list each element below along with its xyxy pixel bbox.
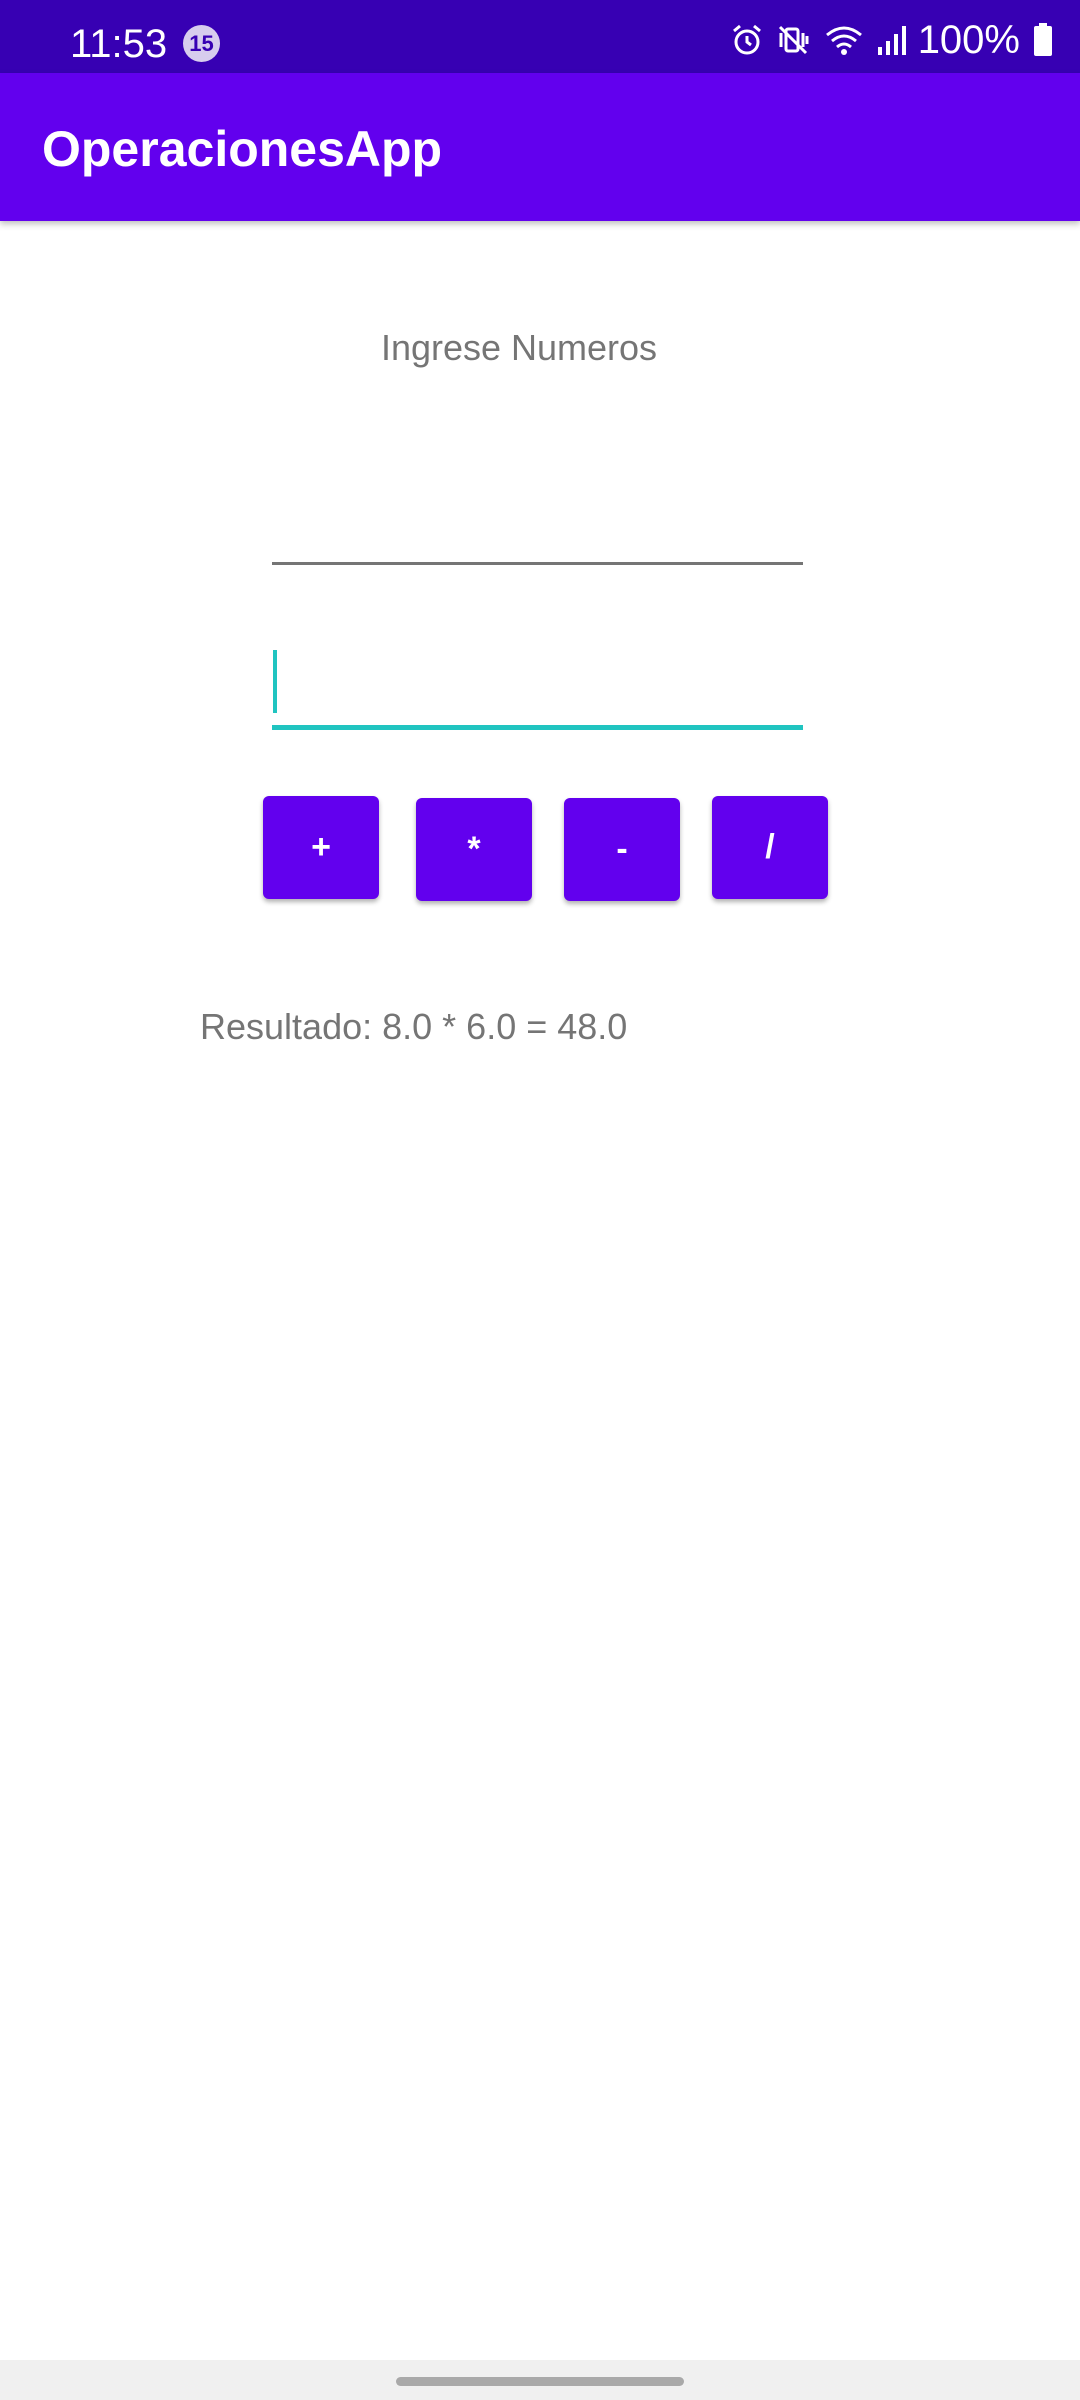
result-label: Resultado: 8.0 * 6.0 = 48.0 xyxy=(200,1006,628,1047)
subtract-button[interactable]: - xyxy=(564,798,680,901)
divide-button[interactable]: / xyxy=(712,796,828,899)
second-number-input[interactable] xyxy=(272,640,803,730)
battery-percentage: 100% xyxy=(917,18,1020,62)
multiply-button[interactable]: * xyxy=(416,798,532,901)
status-time: 11:53 xyxy=(70,22,168,66)
home-gesture-handle[interactable] xyxy=(396,2377,684,2386)
mute-vibrate-icon xyxy=(778,25,809,55)
app-bar: OperacionesApp xyxy=(0,73,1080,221)
navigation-bar xyxy=(0,2360,1080,2400)
alarm-icon xyxy=(732,24,761,55)
notification-count-badge: 15 xyxy=(183,25,220,62)
add-button[interactable]: + xyxy=(263,796,379,899)
text-cursor xyxy=(273,650,277,713)
battery-icon xyxy=(1034,23,1052,56)
status-icons: 100% xyxy=(730,16,1054,64)
first-number-input[interactable] xyxy=(272,475,803,565)
app-title: OperacionesApp xyxy=(42,121,443,177)
wifi-icon xyxy=(825,26,862,55)
prompt-label: Ingrese Numeros xyxy=(380,327,658,368)
signal-icon xyxy=(877,26,906,55)
status-bar: 11:53 15 100% xyxy=(0,0,1080,73)
